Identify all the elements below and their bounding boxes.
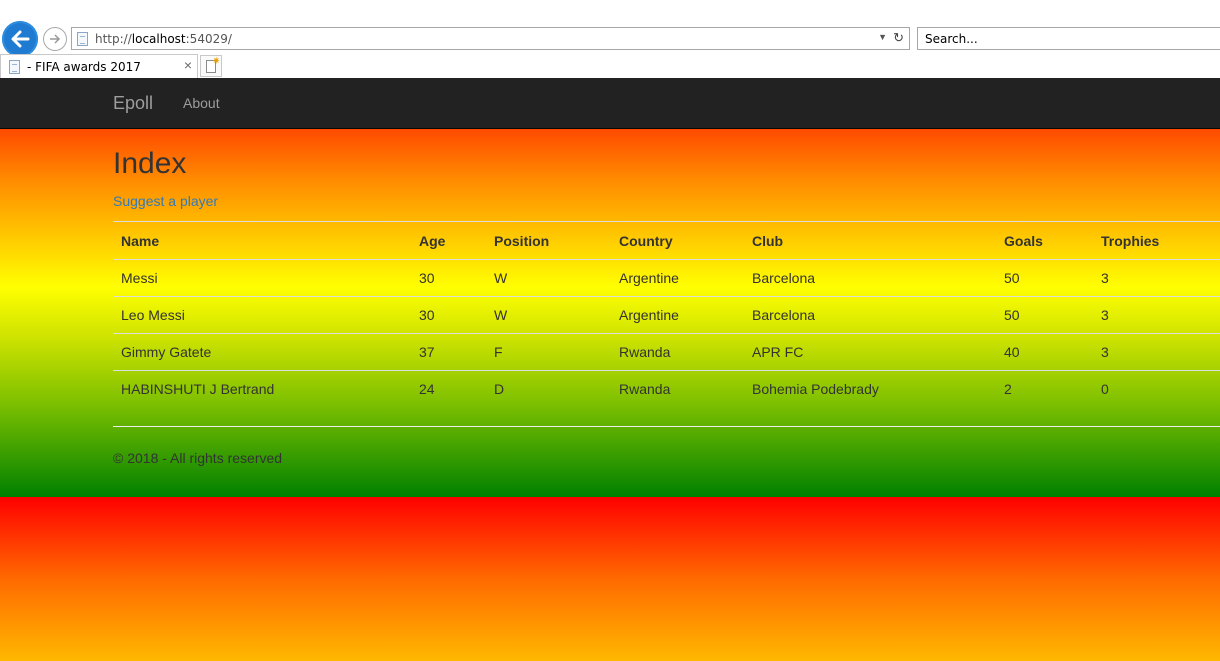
column-header-trophies: Trophies bbox=[1093, 221, 1220, 260]
cell-age: 24 bbox=[411, 370, 486, 407]
footer-copyright: © 2018 - All rights reserved bbox=[113, 450, 283, 466]
cell-age: 37 bbox=[411, 333, 486, 371]
cell-club: APR FC bbox=[744, 333, 996, 371]
cell-goals: 50 bbox=[1004, 270, 1020, 286]
column-header-goals: Goals bbox=[996, 221, 1093, 260]
cell-age: 30 bbox=[419, 270, 435, 286]
cell-position: D bbox=[486, 370, 611, 407]
cell-country: Rwanda bbox=[611, 333, 744, 371]
nav-link-about[interactable]: About bbox=[183, 95, 220, 111]
table-header-row: Name Age Position Country Club Goals Tro… bbox=[113, 221, 1220, 260]
forward-button[interactable] bbox=[43, 27, 67, 51]
table-row: HABINSHUTI J Bertrand 24 D Rwanda Bohemi… bbox=[113, 370, 1220, 407]
star-icon: ✷ bbox=[212, 56, 221, 67]
cell-club: Barcelona bbox=[744, 296, 996, 334]
cell-country: Argentine bbox=[611, 296, 744, 334]
page-icon bbox=[9, 60, 20, 74]
table-row: Gimmy Gatete 37 F Rwanda APR FC 40 3 bbox=[113, 333, 1220, 371]
column-header-name: Name bbox=[113, 221, 411, 260]
browser-chrome: http://localhost:54029/ ▼ ↻ Search... - … bbox=[0, 0, 1220, 78]
cell-position: W bbox=[494, 270, 508, 286]
cell-trophies: 3 bbox=[1093, 333, 1220, 371]
cell-trophies: 3 bbox=[1093, 296, 1220, 334]
chevron-down-icon[interactable]: ▼ bbox=[878, 32, 887, 42]
suggest-player-link[interactable]: Suggest a player bbox=[113, 193, 218, 209]
cell-name: Messi bbox=[121, 270, 158, 286]
footer-divider bbox=[113, 426, 1220, 427]
table-row: Leo Messi 30 W Argentine Barcelona 50 3 bbox=[113, 296, 1220, 334]
url-scheme: http:// bbox=[95, 32, 132, 46]
back-button[interactable] bbox=[2, 21, 38, 57]
table-row: Messi 30 W Argentine Barcelona 50 3 bbox=[113, 260, 1220, 297]
new-tab-button[interactable]: ✷ bbox=[200, 55, 222, 77]
column-header-club: Club bbox=[744, 221, 996, 260]
url-rest: :54029/ bbox=[185, 32, 232, 46]
cell-trophies: 0 bbox=[1093, 370, 1220, 407]
search-placeholder: Search... bbox=[925, 32, 978, 46]
cell-name: Leo Messi bbox=[113, 296, 411, 334]
url-host: localhost bbox=[131, 32, 186, 46]
arrow-left-icon bbox=[11, 30, 30, 48]
close-icon[interactable]: × bbox=[184, 57, 192, 73]
cell-goals: 2 bbox=[996, 370, 1093, 407]
url-text: http://localhost:54029/ bbox=[95, 32, 232, 46]
search-input[interactable]: Search... bbox=[917, 27, 1220, 50]
tab-title: - FIFA awards 2017 bbox=[27, 60, 141, 74]
browser-tab[interactable]: - FIFA awards 2017 × bbox=[0, 54, 198, 78]
cell-club: Barcelona bbox=[752, 270, 816, 286]
players-table: Name Age Position Country Club Goals Tro… bbox=[113, 221, 1220, 407]
column-header-age: Age bbox=[411, 221, 486, 260]
cell-country: Rwanda bbox=[611, 370, 744, 407]
cell-country: Argentine bbox=[619, 270, 679, 286]
cell-club: Bohemia Podebrady bbox=[744, 370, 996, 407]
page-body: Index Suggest a player Name Age Position… bbox=[0, 129, 1220, 497]
navbar: Epoll About bbox=[0, 78, 1220, 129]
cell-position: W bbox=[486, 296, 611, 334]
brand-link[interactable]: Epoll bbox=[113, 93, 153, 114]
column-header-country: Country bbox=[611, 221, 744, 260]
arrow-right-icon bbox=[50, 34, 61, 44]
cell-name: Gimmy Gatete bbox=[113, 333, 411, 371]
page-icon bbox=[77, 32, 88, 46]
refresh-icon[interactable]: ↻ bbox=[893, 30, 904, 46]
address-bar[interactable]: http://localhost:54029/ ▼ ↻ bbox=[71, 27, 910, 50]
cell-name: HABINSHUTI J Bertrand bbox=[113, 370, 411, 407]
column-header-position: Position bbox=[486, 221, 611, 260]
cell-goals: 50 bbox=[996, 296, 1093, 334]
cell-trophies: 3 bbox=[1101, 270, 1109, 286]
body-background bbox=[0, 497, 1220, 661]
cell-goals: 40 bbox=[996, 333, 1093, 371]
cell-age: 30 bbox=[411, 296, 486, 334]
page-title: Index bbox=[113, 147, 187, 180]
cell-position: F bbox=[486, 333, 611, 371]
